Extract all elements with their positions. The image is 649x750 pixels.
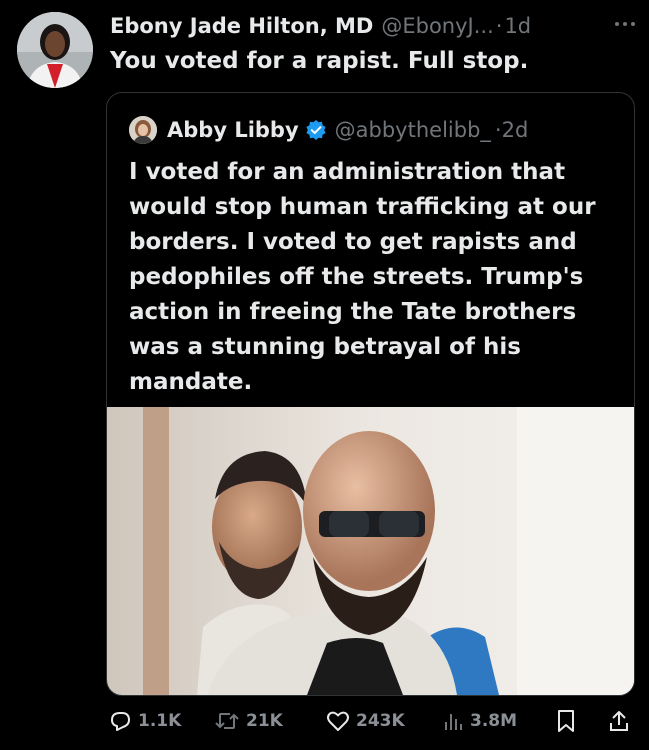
author-name[interactable]: Ebony Jade Hilton, MD (110, 14, 373, 38)
repost-button[interactable]: 21K (214, 708, 283, 734)
views-count: 3.8M (470, 711, 518, 731)
author-avatar[interactable] (17, 12, 93, 88)
tweet-text: You voted for a rapist. Full stop. (110, 48, 529, 74)
quoted-tweet-image[interactable] (107, 407, 634, 695)
bookmark-button[interactable] (556, 708, 582, 734)
like-count: 243K (356, 711, 405, 731)
quoted-separator: · (494, 118, 502, 142)
quoted-author-handle: @abbythelibb_ (334, 118, 491, 142)
quoted-tweet-text: I voted for an administration that would… (129, 159, 596, 395)
tweet-time[interactable]: 1d (504, 14, 531, 38)
quoted-tweet-time: 2d (501, 118, 529, 142)
repost-icon (215, 713, 239, 729)
tweet-action-bar: 1.1K 21K 243K 3.8M (104, 702, 644, 740)
reply-icon (111, 712, 130, 731)
views-button[interactable]: 3.8M (442, 708, 517, 734)
author-handle[interactable]: @EbonyJ... (381, 14, 493, 38)
quoted-author-name: Abby Libby (167, 118, 299, 142)
like-button[interactable]: 243K (326, 708, 405, 734)
more-icon[interactable] (610, 12, 640, 36)
tweet-header: Ebony Jade Hilton, MD @EbonyJ... · 1d (110, 10, 640, 42)
share-button[interactable] (608, 708, 636, 734)
quoted-tweet-header: Abby Libby @abbythelibb_ · 2d (129, 115, 619, 145)
repost-count: 21K (246, 711, 283, 731)
share-icon (610, 711, 628, 731)
verified-badge-icon (306, 120, 326, 140)
like-icon (327, 711, 349, 731)
reply-button[interactable]: 1.1K (108, 708, 181, 734)
reply-count: 1.1K (138, 711, 182, 731)
views-icon (445, 714, 462, 730)
bookmark-icon (558, 710, 574, 732)
quoted-author-avatar (129, 116, 157, 144)
separator: · (495, 14, 503, 38)
quoted-tweet-card[interactable]: Abby Libby @abbythelibb_ · 2d I voted fo… (106, 92, 635, 696)
